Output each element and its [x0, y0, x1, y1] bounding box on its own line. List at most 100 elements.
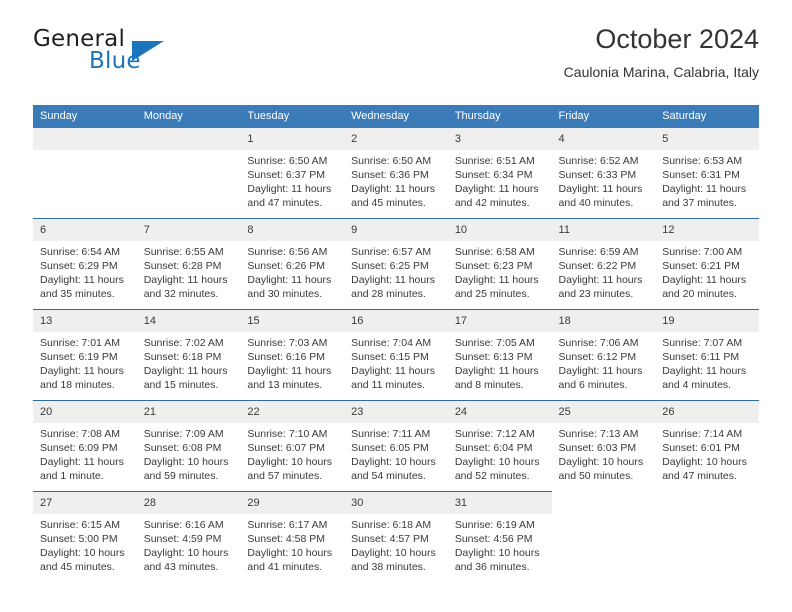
- calendar-day-cell[interactable]: 27 Sunrise: 6:15 AM Sunset: 5:00 PM Dayligh…: [33, 491, 137, 582]
- sunrise-text: Sunrise: 6:58 AM: [454, 246, 535, 258]
- calendar-day-cell[interactable]: 9 Sunrise: 6:57 AM Sunset: 6:25 PM Daylight…: [344, 218, 448, 310]
- calendar-week-row: 1 Sunrise: 6:50 AM Sunset: 6:37 PM Daylight…: [33, 128, 759, 219]
- page-subtitle: Caulonia Marina, Calabria, Italy: [563, 64, 759, 80]
- calendar-day-cell[interactable]: 16 Sunrise: 7:04 AM Sunset: 6:15 PM Dayligh…: [344, 309, 448, 401]
- day-details: Sunrise: 7:10 AM Sunset: 6:07 PM Daylight:…: [240, 423, 344, 483]
- day-cell-content: 27 Sunrise: 6:15 AM Sunset: 5:00 PM Dayligh…: [33, 492, 137, 582]
- day-cell-content: [136, 128, 241, 218]
- day-cell-content: 19 Sunrise: 7:07 AM Sunset: 6:11 PM Dayligh…: [655, 310, 759, 400]
- calendar-day-cell[interactable]: 15 Sunrise: 7:03 AM Sunset: 6:16 PM Dayligh…: [240, 309, 345, 401]
- day-cell-content: 23 Sunrise: 7:11 AM Sunset: 6:05 PM Dayligh…: [344, 401, 448, 491]
- daylight-text-line2: and 4 minutes.: [662, 379, 732, 391]
- day-number: 12: [655, 219, 759, 241]
- day-details: Sunrise: 6:17 AM Sunset: 4:58 PM Daylight:…: [240, 514, 344, 574]
- sunset-text: Sunset: 6:26 PM: [247, 260, 326, 272]
- sunset-text: Sunset: 4:57 PM: [351, 533, 429, 545]
- day-details: Sunrise: 7:14 AM Sunset: 6:01 PM Daylight:…: [655, 423, 759, 483]
- sunset-text: Sunset: 6:05 PM: [351, 442, 429, 454]
- daylight-text-line2: and 41 minutes.: [247, 561, 323, 573]
- calendar-day-cell[interactable]: 5 Sunrise: 6:53 AM Sunset: 6:31 PM Daylight…: [655, 128, 759, 219]
- calendar-day-cell[interactable]: 10 Sunrise: 6:58 AM Sunset: 6:23 PM Dayligh…: [447, 218, 552, 310]
- daylight-text-line1: Daylight: 11 hours: [143, 365, 228, 377]
- sunset-text: Sunset: 6:08 PM: [143, 442, 222, 454]
- sunrise-text: Sunrise: 7:14 AM: [662, 428, 743, 440]
- daylight-text-line1: Daylight: 11 hours: [454, 183, 539, 195]
- calendar-day-cell-empty[interactable]: [136, 128, 241, 219]
- weekday-header-thursday: Thursday: [447, 105, 552, 128]
- day-cell-content: 17 Sunrise: 7:05 AM Sunset: 6:13 PM Dayligh…: [447, 310, 552, 400]
- day-number: 24: [447, 401, 552, 423]
- day-details: Sunrise: 6:59 AM Sunset: 6:22 PM Daylight:…: [552, 241, 656, 301]
- calendar-day-cell[interactable]: 20 Sunrise: 7:08 AM Sunset: 6:09 PM Dayligh…: [33, 400, 137, 492]
- daylight-text-line2: and 57 minutes.: [247, 470, 323, 482]
- day-cell-content: 4 Sunrise: 6:52 AM Sunset: 6:33 PM Daylight…: [551, 128, 656, 218]
- sunrise-text: Sunrise: 6:57 AM: [351, 246, 432, 258]
- sunrise-text: Sunrise: 6:19 AM: [454, 519, 535, 531]
- calendar-day-cell[interactable]: 12 Sunrise: 7:00 AM Sunset: 6:21 PM Dayligh…: [655, 218, 759, 310]
- daylight-text-line2: and 23 minutes.: [558, 288, 634, 300]
- daylight-text-line1: Daylight: 10 hours: [143, 547, 229, 559]
- sunset-text: Sunset: 6:25 PM: [351, 260, 429, 272]
- sunrise-text: Sunrise: 7:03 AM: [247, 337, 328, 349]
- daylight-text-line1: Daylight: 10 hours: [558, 456, 644, 468]
- day-number: 22: [240, 401, 345, 423]
- sunset-text: Sunset: 6:03 PM: [558, 442, 637, 454]
- day-details: Sunrise: 7:13 AM Sunset: 6:03 PM Daylight:…: [552, 423, 656, 483]
- sunrise-text: Sunrise: 7:09 AM: [143, 428, 224, 440]
- sunset-text: Sunset: 6:29 PM: [40, 260, 118, 272]
- calendar-day-cell[interactable]: 28 Sunrise: 6:16 AM Sunset: 4:59 PM Dayligh…: [136, 491, 241, 582]
- calendar-week-row: 13 Sunrise: 7:01 AM Sunset: 6:19 PM Dayligh…: [33, 309, 759, 401]
- daylight-text-line2: and 52 minutes.: [454, 470, 530, 482]
- day-cell-content: 26 Sunrise: 7:14 AM Sunset: 6:01 PM Dayligh…: [655, 401, 759, 491]
- daylight-text-line2: and 1 minute.: [40, 470, 104, 482]
- calendar-day-cell[interactable]: 26 Sunrise: 7:14 AM Sunset: 6:01 PM Dayligh…: [655, 400, 759, 492]
- daylight-text-line2: and 28 minutes.: [351, 288, 426, 300]
- calendar-day-cell[interactable]: 14 Sunrise: 7:02 AM Sunset: 6:18 PM Dayligh…: [136, 309, 241, 401]
- calendar-day-cell[interactable]: 11 Sunrise: 6:59 AM Sunset: 6:22 PM Dayligh…: [551, 218, 656, 310]
- calendar-day-cell[interactable]: 1 Sunrise: 6:50 AM Sunset: 6:37 PM Daylight…: [240, 128, 345, 219]
- day-cell-content: [655, 492, 759, 582]
- sunrise-text: Sunrise: 6:16 AM: [143, 519, 224, 531]
- sunset-text: Sunset: 6:36 PM: [351, 169, 429, 181]
- calendar-day-cell[interactable]: 4 Sunrise: 6:52 AM Sunset: 6:33 PM Daylight…: [551, 128, 656, 219]
- calendar-day-cell-empty[interactable]: [33, 128, 137, 219]
- calendar-day-cell[interactable]: 30 Sunrise: 6:18 AM Sunset: 4:57 PM Dayligh…: [344, 491, 448, 582]
- brand-name-blue: Blue: [89, 48, 141, 74]
- day-number: 29: [240, 492, 345, 514]
- calendar-day-cell[interactable]: 29 Sunrise: 6:17 AM Sunset: 4:58 PM Dayligh…: [240, 491, 345, 582]
- day-cell-content: 7 Sunrise: 6:55 AM Sunset: 6:28 PM Daylight…: [136, 219, 241, 309]
- calendar-day-cell[interactable]: 21 Sunrise: 7:09 AM Sunset: 6:08 PM Dayligh…: [136, 400, 241, 492]
- sunrise-text: Sunrise: 6:59 AM: [558, 246, 639, 258]
- calendar-day-cell[interactable]: 19 Sunrise: 7:07 AM Sunset: 6:11 PM Dayligh…: [655, 309, 759, 401]
- day-details: Sunrise: 6:19 AM Sunset: 4:56 PM Daylight:…: [448, 514, 552, 574]
- day-cell-content: [552, 492, 656, 582]
- calendar-day-cell[interactable]: 2 Sunrise: 6:50 AM Sunset: 6:36 PM Daylight…: [344, 128, 448, 219]
- calendar-day-cell[interactable]: 23 Sunrise: 7:11 AM Sunset: 6:05 PM Dayligh…: [344, 400, 448, 492]
- sunrise-text: Sunrise: 6:56 AM: [247, 246, 328, 258]
- calendar-day-cell[interactable]: 3 Sunrise: 6:51 AM Sunset: 6:34 PM Daylight…: [447, 128, 552, 219]
- sunset-text: Sunset: 6:21 PM: [662, 260, 740, 272]
- day-details: Sunrise: 7:04 AM Sunset: 6:15 PM Daylight:…: [344, 332, 448, 392]
- daylight-text-line1: Daylight: 11 hours: [247, 365, 332, 377]
- calendar-day-cell[interactable]: 25 Sunrise: 7:13 AM Sunset: 6:03 PM Dayligh…: [551, 400, 656, 492]
- day-cell-content: 31 Sunrise: 6:19 AM Sunset: 4:56 PM Dayligh…: [447, 492, 552, 582]
- brand-logo[interactable]: General Blue: [33, 26, 273, 88]
- calendar-day-cell[interactable]: 17 Sunrise: 7:05 AM Sunset: 6:13 PM Dayligh…: [447, 309, 552, 401]
- calendar-day-cell[interactable]: 18 Sunrise: 7:06 AM Sunset: 6:12 PM Dayligh…: [551, 309, 656, 401]
- day-number: 1: [240, 128, 345, 150]
- calendar-day-cell[interactable]: 13 Sunrise: 7:01 AM Sunset: 6:19 PM Dayligh…: [33, 309, 137, 401]
- day-number: 23: [344, 401, 448, 423]
- day-details: Sunrise: 6:58 AM Sunset: 6:23 PM Daylight:…: [448, 241, 552, 301]
- calendar-day-cell[interactable]: 31 Sunrise: 6:19 AM Sunset: 4:56 PM Dayligh…: [447, 491, 552, 582]
- calendar-day-cell[interactable]: 8 Sunrise: 6:56 AM Sunset: 6:26 PM Daylight…: [240, 218, 345, 310]
- calendar-day-cell[interactable]: 22 Sunrise: 7:10 AM Sunset: 6:07 PM Dayligh…: [240, 400, 345, 492]
- calendar-day-cell[interactable]: 7 Sunrise: 6:55 AM Sunset: 6:28 PM Daylight…: [136, 218, 241, 310]
- day-details: Sunrise: 6:55 AM Sunset: 6:28 PM Daylight:…: [137, 241, 241, 301]
- day-number: 26: [655, 401, 759, 423]
- calendar-day-cell[interactable]: 24 Sunrise: 7:12 AM Sunset: 6:04 PM Dayligh…: [447, 400, 552, 492]
- daylight-text-line1: Daylight: 11 hours: [662, 183, 747, 195]
- sunset-text: Sunset: 6:16 PM: [247, 351, 326, 363]
- calendar-day-cell[interactable]: 6 Sunrise: 6:54 AM Sunset: 6:29 PM Daylight…: [33, 218, 137, 310]
- daylight-text-line1: Daylight: 11 hours: [40, 456, 124, 468]
- sunset-text: Sunset: 6:18 PM: [143, 351, 222, 363]
